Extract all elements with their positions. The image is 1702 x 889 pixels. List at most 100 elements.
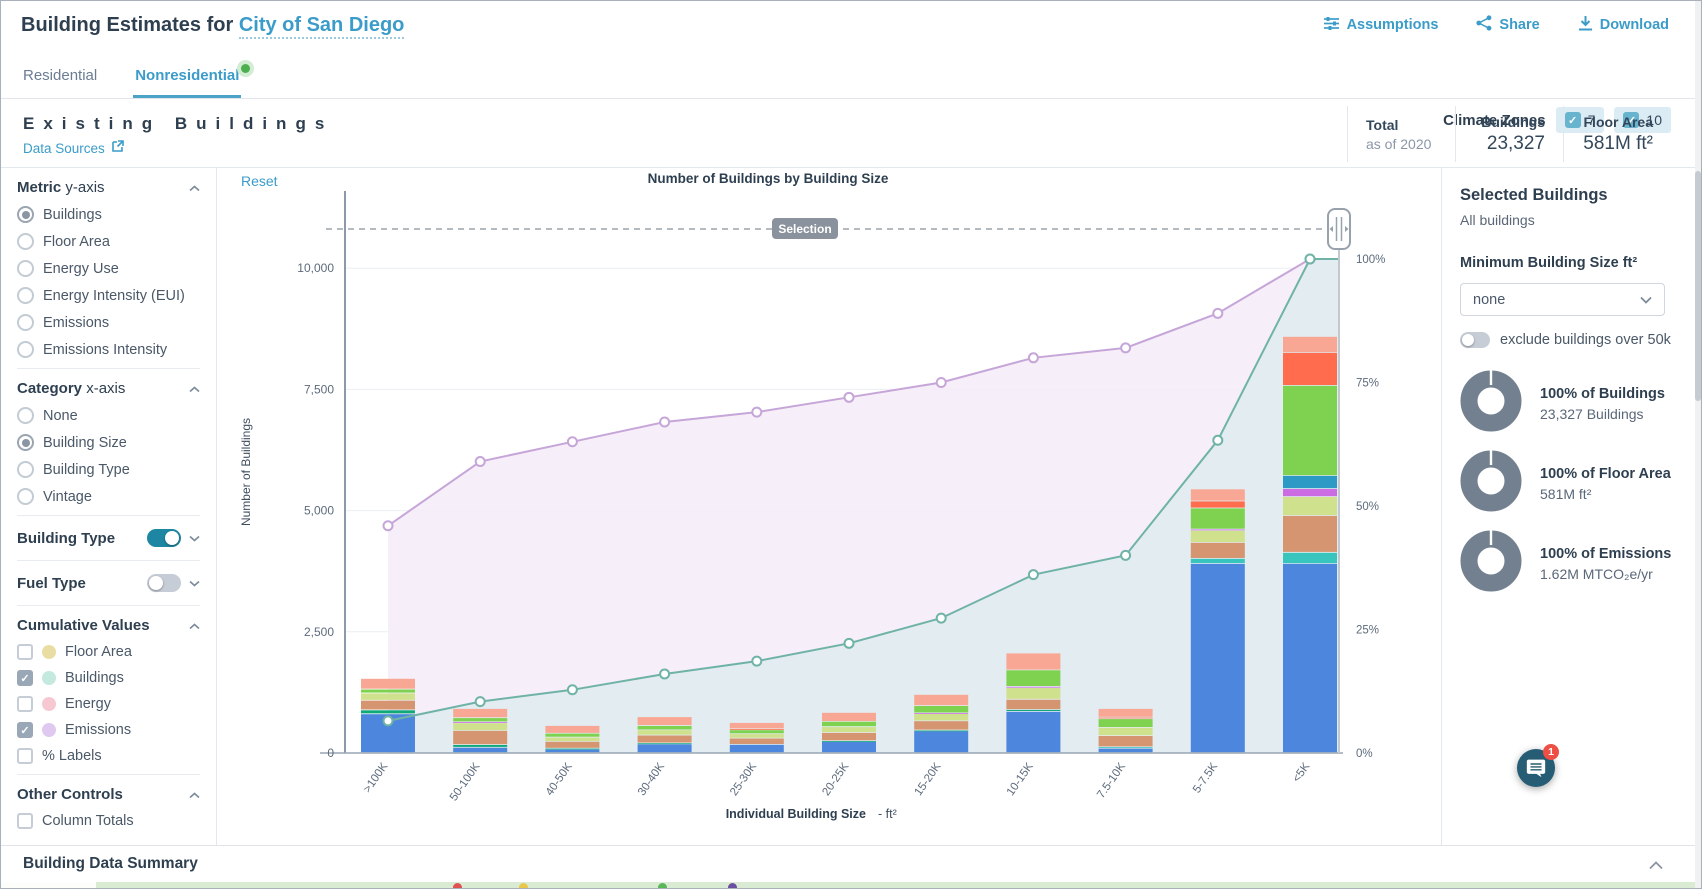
cumulative-values-section-header[interactable]: Cumulative Values [17, 617, 200, 634]
radio-button[interactable] [17, 314, 34, 331]
bar-segment-segment-magenta[interactable] [1283, 489, 1337, 496]
header-action-share[interactable]: Share [1476, 15, 1539, 35]
expand-caret-icon[interactable] [189, 574, 200, 592]
scrollbar[interactable] [1695, 1, 1701, 889]
bar-segment-segment-salmon[interactable] [545, 726, 599, 733]
bar-segment-segment-blue[interactable] [638, 744, 692, 752]
cumulative-buildings-marker[interactable] [568, 685, 577, 694]
bar-segment-segment-emerald[interactable] [638, 743, 692, 744]
bar-segment-segment-green[interactable] [1283, 386, 1337, 475]
bar-segment-segment-green[interactable] [361, 690, 415, 693]
bar-segment-segment-blue[interactable] [1191, 564, 1245, 752]
cumulative-buildings-marker[interactable] [1029, 570, 1038, 579]
bar-segment-segment-salmon[interactable] [453, 709, 507, 717]
cumulative-emissions-marker[interactable] [476, 457, 485, 466]
bar-segment-segment-magenta[interactable] [914, 713, 968, 714]
bar-segment-segment-salmon[interactable] [1283, 337, 1337, 352]
checkbox-option-buildings[interactable]: Buildings [17, 670, 200, 686]
bar-segment-segment-salmon[interactable] [638, 717, 692, 725]
cumulative-buildings-marker[interactable] [476, 697, 485, 706]
bar-segment-segment-tan[interactable] [361, 701, 415, 710]
radio-option-none[interactable]: None [17, 407, 200, 424]
checkbox[interactable] [17, 696, 33, 712]
radio-button[interactable] [17, 287, 34, 304]
checkbox-option-energy[interactable]: Energy [17, 696, 200, 712]
bar-segment-segment-salmon[interactable] [730, 723, 784, 729]
chart-plot[interactable]: 02,5005,0007,50010,0000%25%50%75%100%>10… [297, 191, 1385, 803]
min-size-dropdown[interactable]: none [1460, 283, 1665, 316]
bar-segment-segment-salmon[interactable] [1006, 653, 1060, 669]
header-action-download[interactable]: Download [1578, 15, 1669, 35]
bar-segment-segment-blue[interactable] [1099, 749, 1153, 753]
bar-segment-segment-tan[interactable] [1191, 543, 1245, 558]
bar-segment-segment-magenta[interactable] [453, 722, 507, 723]
chat-launcher-button[interactable]: 1 [1517, 749, 1555, 787]
bar-segment-segment-emerald[interactable] [914, 731, 968, 732]
checkbox-option--labels[interactable]: % Labels [17, 748, 200, 764]
cumulative-emissions-marker[interactable] [568, 437, 577, 446]
category-section-header[interactable]: Category x-axis [17, 380, 200, 397]
radio-button[interactable] [17, 407, 34, 424]
bar-segment-segment-tomato[interactable] [1283, 353, 1337, 385]
cumulative-emissions-marker[interactable] [937, 378, 946, 387]
bar-segment-segment-yellowgreen[interactable] [1283, 497, 1337, 515]
bar-segment-segment-blue[interactable] [1283, 564, 1337, 752]
bar-segment-segment-emerald[interactable] [822, 741, 876, 742]
bar-segment-segment-tan[interactable] [545, 742, 599, 748]
bar-segment-segment-salmon[interactable] [822, 713, 876, 721]
cumulative-buildings-marker[interactable] [1121, 551, 1130, 560]
cumulative-buildings-marker[interactable] [384, 716, 393, 725]
cumulative-buildings-marker[interactable] [752, 657, 761, 666]
bar-segment-segment-steelblue[interactable] [1283, 476, 1337, 488]
bar-segment-segment-tan[interactable] [638, 736, 692, 743]
radio-button[interactable] [17, 260, 34, 277]
bar-segment-segment-salmon[interactable] [361, 679, 415, 689]
bar-segment-segment-yellowgreen[interactable] [638, 730, 692, 735]
bar-segment-segment-emerald[interactable] [453, 745, 507, 747]
bar-segment-segment-turquoise[interactable] [1283, 553, 1337, 563]
radio-button[interactable] [17, 434, 34, 451]
expand-caret-icon[interactable] [189, 529, 200, 547]
bar-segment-segment-blue[interactable] [914, 731, 968, 752]
radio-button[interactable] [17, 461, 34, 478]
exclude-over-50k-toggle[interactable] [1460, 332, 1490, 348]
bar-segment-segment-magenta[interactable] [1191, 530, 1245, 531]
bar-segment-segment-tan[interactable] [1283, 516, 1337, 552]
cumulative-emissions-marker[interactable] [1213, 309, 1222, 318]
bar-segment-segment-tan[interactable] [914, 721, 968, 729]
bar-segment-segment-green[interactable] [638, 726, 692, 730]
cumulative-emissions-marker[interactable] [384, 521, 393, 530]
tab-residential[interactable]: Residential [21, 55, 99, 98]
cumulative-emissions-marker[interactable] [1029, 353, 1038, 362]
bar-segment-segment-green[interactable] [730, 730, 784, 733]
main-chart[interactable]: Number of Buildings by Building Size Num… [226, 166, 1441, 834]
bar-segment-segment-salmon[interactable] [1191, 489, 1245, 500]
checkbox[interactable] [17, 670, 33, 686]
cumulative-emissions-marker[interactable] [845, 393, 854, 402]
bar-segment-segment-salmon[interactable] [1099, 709, 1153, 717]
bar-segment-segment-tomato[interactable] [1099, 718, 1153, 719]
checkbox-option-emissions[interactable]: Emissions [17, 722, 200, 738]
collapse-caret-icon[interactable] [189, 380, 200, 397]
cumulative-buildings-marker[interactable] [660, 669, 669, 678]
checkbox[interactable] [17, 748, 33, 764]
checkbox[interactable] [17, 644, 33, 660]
bar-segment-segment-emerald[interactable] [361, 710, 415, 713]
bar-segment-segment-blue[interactable] [822, 742, 876, 752]
bar-segment-segment-yellowgreen[interactable] [914, 714, 968, 721]
radio-option-building-size[interactable]: Building Size [17, 434, 200, 451]
bar-segment-segment-yellowgreen[interactable] [545, 738, 599, 742]
cumulative-buildings-marker[interactable] [1213, 436, 1222, 445]
bar-segment-segment-blue[interactable] [453, 748, 507, 753]
bar-segment-segment-tan[interactable] [1006, 700, 1060, 709]
bar-segment-segment-turquoise[interactable] [1099, 747, 1153, 748]
cumulative-buildings-marker[interactable] [1306, 255, 1315, 264]
bar-segment-segment-tan[interactable] [822, 733, 876, 740]
data-sources-link[interactable]: Data Sources [23, 140, 124, 156]
bar-segment-segment-yellowgreen[interactable] [1191, 531, 1245, 542]
collapse-chevron-up-icon[interactable] [1649, 857, 1663, 875]
bar-segment-segment-yellowgreen[interactable] [730, 734, 784, 738]
cumulative-emissions-marker[interactable] [660, 418, 669, 427]
radio-option-building-type[interactable]: Building Type [17, 461, 200, 478]
bar-segment-segment-tan[interactable] [1099, 736, 1153, 746]
